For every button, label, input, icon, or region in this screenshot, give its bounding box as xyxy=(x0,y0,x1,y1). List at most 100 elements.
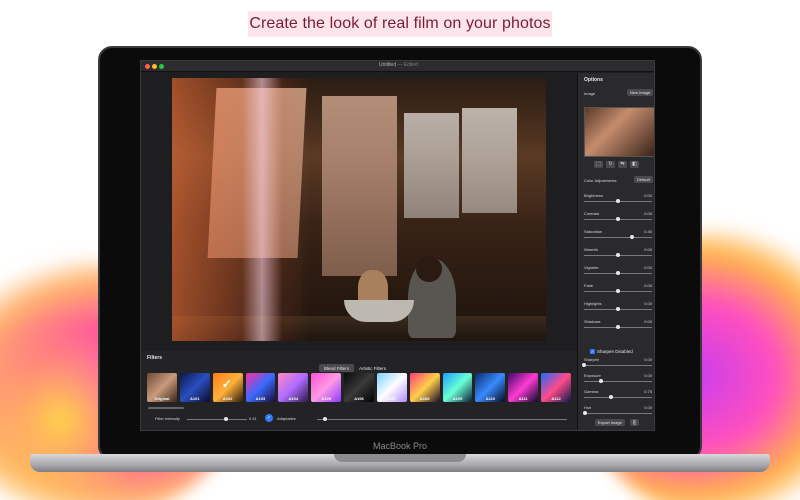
filter-label: A112 xyxy=(551,396,561,401)
slider-value: 0.00 xyxy=(644,357,652,362)
filters-panel: Filters Blend Filters Artistic Filters O… xyxy=(141,351,577,430)
filter-thumbnail[interactable]: A104 xyxy=(278,373,309,402)
crop-icon[interactable]: ⬚ xyxy=(594,161,603,168)
slider-contrast[interactable]: Contrast 0.00 xyxy=(584,211,654,225)
filter-label: A101 xyxy=(189,396,200,401)
slider-sharpen[interactable]: Sharpen 0.00 xyxy=(582,357,654,371)
filter-thumbnail[interactable]: A102 ✓ xyxy=(212,373,243,402)
filter-intensity-track[interactable] xyxy=(187,419,247,420)
sharpen-checkbox[interactable]: ✓ xyxy=(590,349,595,354)
rotate-icon[interactable]: ↻ xyxy=(606,161,615,168)
slider-knob[interactable] xyxy=(616,307,620,311)
share-icon[interactable]: ⎘ xyxy=(630,419,639,426)
slider-knob[interactable] xyxy=(582,363,586,367)
default-button[interactable]: Default xyxy=(634,176,653,183)
sharpen-label: Sharpen Disabled xyxy=(597,349,633,354)
slider-brightness[interactable]: Brightness 0.00 xyxy=(584,193,654,207)
filter-intensity-knob[interactable] xyxy=(224,417,228,421)
slider-knob[interactable] xyxy=(616,253,620,257)
slider-knob[interactable] xyxy=(616,271,620,275)
filter-label: A109 xyxy=(452,396,463,401)
slider-fade[interactable]: Fade 0.00 xyxy=(584,283,654,297)
image-label: Image xyxy=(584,91,596,96)
slider-track[interactable] xyxy=(584,413,652,414)
slider-highlights[interactable]: Highlights 0.00 xyxy=(584,301,654,315)
filter-strip-scrollbar[interactable] xyxy=(148,407,184,409)
slider-hue[interactable]: Hue 0.00 xyxy=(583,405,654,419)
slider-value: 0.00 xyxy=(644,405,652,410)
title-separator: — xyxy=(395,62,404,68)
filter-label: A103 xyxy=(255,396,266,401)
slider-exposure[interactable]: Exposure 0.00 xyxy=(584,373,654,387)
filter-label: A107 xyxy=(387,396,397,401)
options-panel: Options Image New Image ⬚ ↻ ⇆ ◧ Color Ad… xyxy=(577,73,654,430)
slider-knob[interactable] xyxy=(609,395,614,399)
slider-value: 0.75 xyxy=(644,389,652,394)
slider-knob[interactable] xyxy=(616,199,620,203)
slider-label: Saturation xyxy=(584,229,603,234)
filters-title: Filters xyxy=(147,355,163,361)
slider-knob[interactable] xyxy=(599,379,603,383)
slider-value: 0.40 xyxy=(644,229,652,234)
filter-label: A111 xyxy=(518,396,528,401)
new-image-button[interactable]: New Image xyxy=(627,89,654,96)
filter-label: A105 xyxy=(321,396,331,401)
slider-value: 0.00 xyxy=(644,301,652,306)
filter-intensity-label: Filter Intensity xyxy=(155,416,180,421)
adaptative-track[interactable] xyxy=(317,419,567,420)
filter-strip: Original A101 A102 ✓ A103 A104 A105 A106 A107 A10… xyxy=(147,373,571,403)
headline: Create the look of real film on your pho… xyxy=(248,11,552,37)
slider-label: Hue xyxy=(584,405,592,410)
filter-label: Original xyxy=(154,396,170,401)
slider-label: Vignette xyxy=(584,265,599,270)
photo-canvas[interactable] xyxy=(172,78,546,341)
slider-value: 0.00 xyxy=(644,319,652,324)
filter-thumbnail[interactable]: A110 xyxy=(475,373,506,402)
slider-value: 0.00 xyxy=(644,373,652,378)
filter-label: A110 xyxy=(485,396,496,401)
filter-thumbnail[interactable]: A108 xyxy=(409,373,440,402)
hanging-cloth xyxy=(322,96,397,276)
title-bar[interactable]: Untitled — Edited xyxy=(141,61,654,72)
slider-knob[interactable] xyxy=(616,289,620,293)
slider-label: Brightness xyxy=(584,193,603,198)
slider-knob[interactable] xyxy=(616,217,620,221)
slider-track[interactable] xyxy=(584,365,652,366)
slider-shadows[interactable]: Shadows 0.00 xyxy=(584,319,654,333)
slider-track[interactable] xyxy=(584,237,652,238)
filter-thumbnail[interactable]: A112 xyxy=(541,373,571,402)
filter-thumbnail[interactable]: A109 xyxy=(442,373,473,402)
slider-gamma[interactable]: Gamma 0.75 xyxy=(584,389,654,403)
slider-warmth[interactable]: Warmth 0.00 xyxy=(584,247,654,261)
adaptative-knob[interactable] xyxy=(322,417,327,421)
filter-thumbnail[interactable]: Original xyxy=(147,373,177,402)
slider-label: Contrast xyxy=(584,211,600,216)
slider-value: 0.00 xyxy=(644,211,652,216)
filter-thumbnail[interactable]: A101 xyxy=(179,373,210,402)
slider-knob[interactable] xyxy=(616,325,620,329)
filter-thumbnail[interactable]: A106 xyxy=(344,373,374,402)
flip-icon[interactable]: ⇆ xyxy=(618,161,627,168)
slider-track[interactable] xyxy=(584,397,652,398)
slider-label: Sharpen xyxy=(584,357,600,362)
filter-thumbnail[interactable]: A105 xyxy=(311,373,342,402)
tab-blend-filters[interactable]: Blend Filters xyxy=(319,364,355,372)
slider-knob[interactable] xyxy=(583,411,588,415)
adaptative-icon[interactable]: ✓ xyxy=(265,414,273,422)
filter-thumbnail[interactable]: A111 xyxy=(508,373,539,402)
document-name: Untitled xyxy=(379,62,396,68)
tab-artistic-filters[interactable]: Artistic Filters xyxy=(354,364,391,372)
slider-saturation[interactable]: Saturation 0.40 xyxy=(584,229,654,243)
basin xyxy=(344,300,414,322)
filter-thumbnail[interactable]: A103 xyxy=(245,373,276,402)
app-store-screenshot: Create the look of real film on your pho… xyxy=(0,0,800,500)
slider-knob[interactable] xyxy=(629,235,634,239)
filter-thumbnail[interactable]: A107 xyxy=(376,373,407,402)
app-window: Untitled — Edited Options Image New Imag… xyxy=(140,60,655,431)
compare-icon[interactable]: ◧ xyxy=(630,161,639,168)
image-thumbnail[interactable] xyxy=(584,107,654,157)
export-image-button[interactable]: Export Image xyxy=(595,419,625,426)
slider-label: Shadows xyxy=(584,319,601,324)
slider-track[interactable] xyxy=(584,381,652,382)
slider-vignette[interactable]: Vignette 0.00 xyxy=(584,265,654,279)
